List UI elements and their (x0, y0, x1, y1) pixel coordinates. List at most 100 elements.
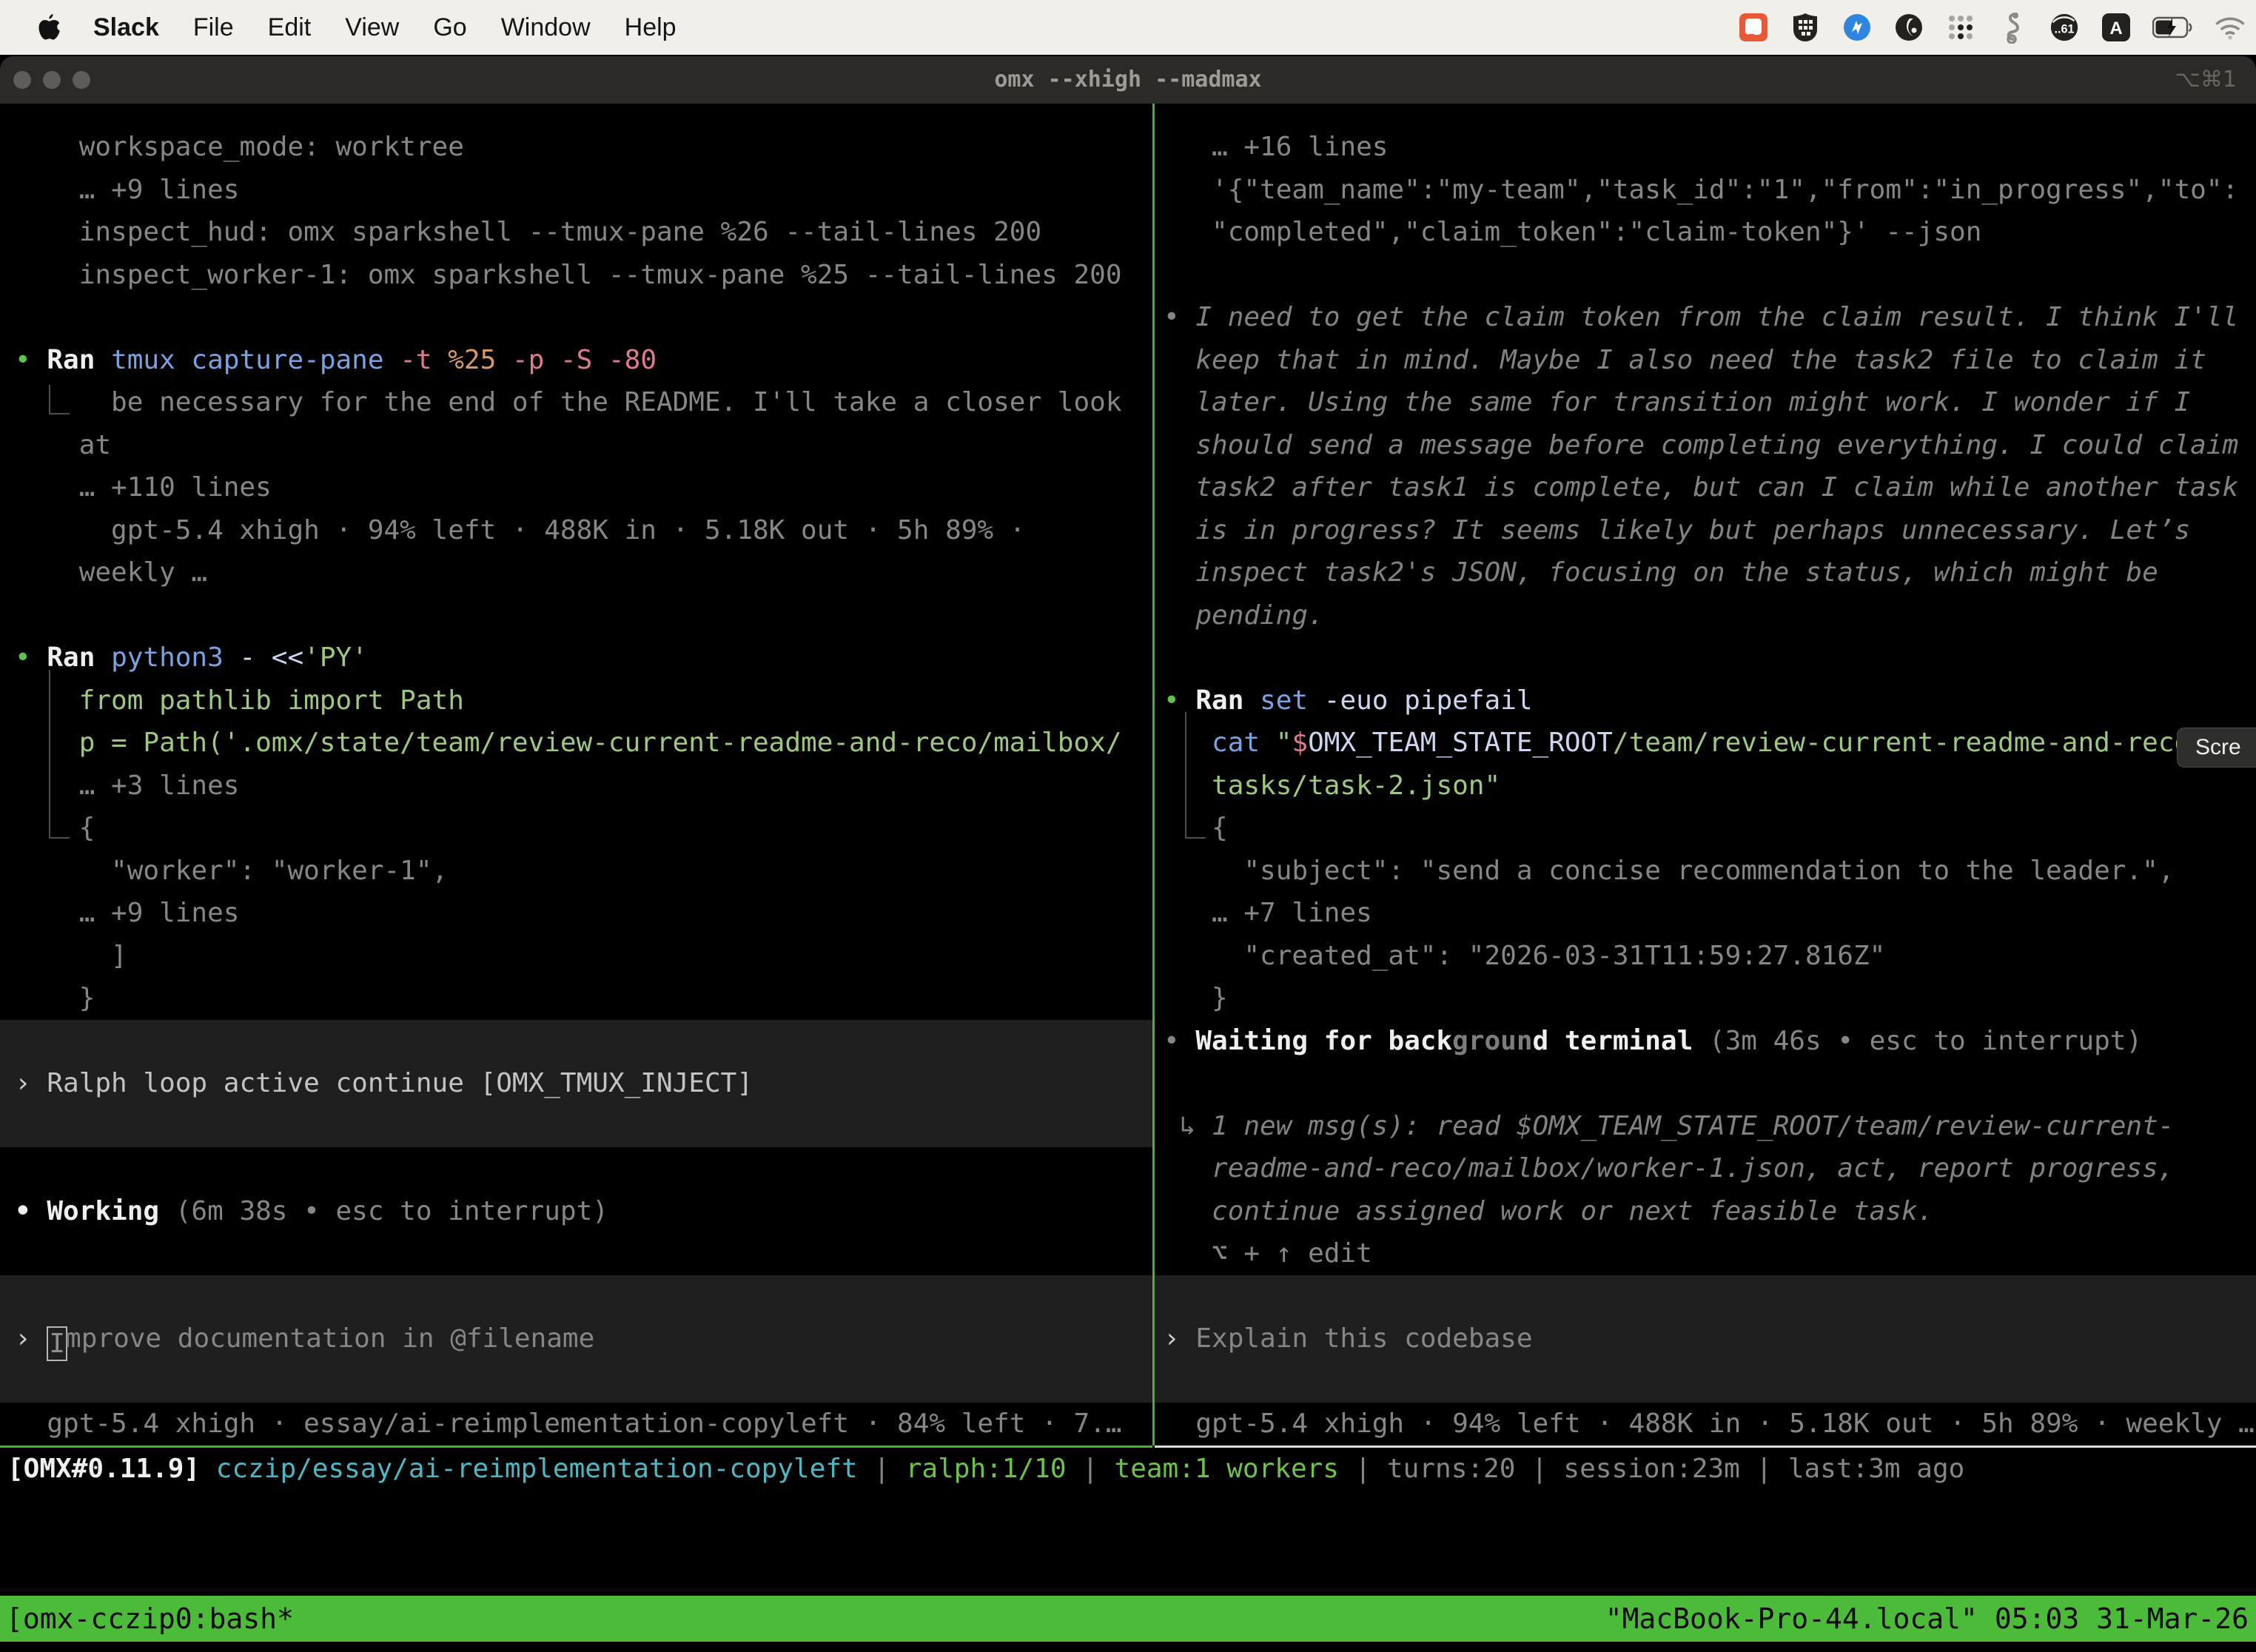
svg-text:..61: ..61 (2054, 23, 2074, 36)
terminal-line: continue assigned work or next feasible … (1155, 1190, 2256, 1233)
terminal-line (0, 594, 1152, 637)
terminal-line: { (0, 807, 1152, 850)
status-icons: ..61 A (1738, 0, 2246, 55)
terminal-line (0, 1360, 1152, 1403)
menu-bar: Slack File Edit View Go Window Help ..61 (0, 0, 2256, 55)
apple-icon[interactable] (37, 13, 62, 42)
pane-divider[interactable] (1152, 104, 1155, 1446)
output-connector (1185, 712, 1206, 839)
output-connector (49, 385, 70, 414)
terminal-line: task2 after task1 is complete, but can I… (1155, 466, 2256, 509)
prompt-input-left[interactable]: › Improve documentation in @filename (0, 1317, 1152, 1360)
window-title: omx --xhigh --madmax (0, 56, 2256, 104)
wifi-icon[interactable] (2215, 12, 2246, 43)
menu-item-go[interactable]: Go (433, 13, 466, 41)
terminal-line (1155, 1360, 2256, 1403)
chat-app-icon[interactable] (1738, 12, 1769, 43)
hook-icon[interactable] (1997, 12, 2028, 43)
terminal-line (0, 296, 1152, 339)
terminal-line: '{"team_name":"my-team","task_id":"1","f… (1155, 169, 2256, 212)
screen-tooltip: Scre (2177, 728, 2256, 768)
terminal-line: gpt-5.4 xhigh · 94% left · 488K in · 5.1… (1155, 1403, 2256, 1446)
terminal-line: from pathlib import Path (0, 679, 1152, 722)
terminal-line: • Waiting for background terminal (3m 46… (1155, 1020, 2256, 1063)
terminal-line: "subject": "send a concise recommendatio… (1155, 850, 2256, 893)
svg-text:A: A (2109, 19, 2122, 38)
terminal-line: } (1155, 977, 2256, 1020)
terminal-line: "completed","claim_token":"claim-token"}… (1155, 211, 2256, 254)
terminal-line: readme-and-reco/mailbox/worker-1.json, a… (1155, 1147, 2256, 1190)
terminal-line: inspect task2's JSON, focusing on the st… (1155, 551, 2256, 594)
window-title-bar: omx --xhigh --madmax ⌥⌘1 (0, 56, 2256, 104)
menu-item-help[interactable]: Help (625, 13, 677, 41)
terminal-line: … +110 lines (0, 466, 1152, 509)
terminal-line: [OMX#0.11.9] cczip/essay/ai-reimplementa… (0, 1448, 2256, 1491)
dots-grid-icon[interactable] (1945, 12, 1976, 43)
terminal-line: be necessary for the end of the README. … (0, 381, 1152, 424)
output-connector (49, 670, 70, 839)
menu-item-edit[interactable]: Edit (268, 13, 312, 41)
terminal-line: later. Using the same for transition mig… (1155, 381, 2256, 424)
terminal-line: … +3 lines (0, 765, 1152, 807)
keyboard-layout-icon[interactable]: A (2101, 12, 2132, 43)
terminal-line: inspect_worker-1: omx sparkshell --tmux-… (0, 254, 1152, 297)
tmux-session-label: [omx-cczip0:bash* (0, 1596, 294, 1642)
omx-hud: [OMX#0.11.9] cczip/essay/ai-reimplementa… (0, 1448, 2256, 1596)
terminal-line (1155, 637, 2256, 679)
terminal-line (0, 1147, 1152, 1190)
menu-item-file[interactable]: File (193, 13, 234, 41)
terminal-line: { (1155, 807, 2256, 850)
terminal-line: gpt-5.4 xhigh · 94% left · 488K in · 5.1… (0, 509, 1152, 552)
terminal-line: … +7 lines (1155, 892, 2256, 935)
terminal-line: • I need to get the claim token from the… (1155, 296, 2256, 339)
screen: Slack File Edit View Go Window Help ..61 (0, 0, 2256, 1652)
grid-shield-icon[interactable] (1790, 12, 1821, 43)
terminal-line (0, 1105, 1152, 1148)
terminal-line (1155, 1062, 2256, 1105)
terminal-line: at (0, 424, 1152, 467)
terminal-pane-left[interactable]: workspace_mode: worktree … +9 lines insp… (0, 104, 1152, 1446)
terminal-line (1155, 254, 2256, 297)
terminal-line: ⌥ + ↑ edit (1155, 1232, 2256, 1275)
terminal-line: • Ran python3 - <<'PY' (0, 637, 1152, 679)
menu-item-slack[interactable]: Slack (93, 13, 159, 41)
terminal-line: ] (0, 935, 1152, 978)
terminal-line: tasks/task-2.json" (1155, 765, 2256, 807)
terminal-line: workspace_mode: worktree (0, 126, 1152, 169)
terminal-line: should send a message before completing … (1155, 424, 2256, 467)
terminal-line: gpt-5.4 xhigh · essay/ai-reimplementatio… (0, 1403, 1152, 1446)
terminal-line: is in progress? It seems likely but perh… (1155, 509, 2256, 552)
terminal-line: pending. (1155, 594, 2256, 637)
terminal-line: … +16 lines (1155, 126, 2256, 169)
terminal-line (0, 1275, 1152, 1318)
terminal-line: • Ran set -euo pipefail (1155, 679, 2256, 722)
prompt-input-right[interactable]: › Explain this codebase (1155, 1317, 2256, 1360)
terminal-line: cat "$OMX_TEAM_STATE_ROOT/team/review-cu… (1155, 722, 2256, 765)
terminal-line (0, 1020, 1152, 1063)
tmux-status-bar: [omx-cczip0:bash* "MacBook-Pro-44.local"… (0, 1596, 2256, 1642)
terminal-pane-right[interactable]: … +16 lines '{"team_name":"my-team","tas… (1155, 104, 2256, 1446)
bolt-circle-icon[interactable] (1842, 12, 1873, 43)
badge-61-icon[interactable]: ..61 (2049, 12, 2080, 43)
battery-icon[interactable] (2152, 12, 2194, 43)
terminal-line: • Ran tmux capture-pane -t %25 -p -S -80 (0, 339, 1152, 382)
terminal-line (1155, 1275, 2256, 1318)
terminal-line: … +9 lines (0, 892, 1152, 935)
terminal-line: "worker": "worker-1", (0, 850, 1152, 893)
terminal-line: inspect_hud: omx sparkshell --tmux-pane … (0, 211, 1152, 254)
ralph-loop-row: › Ralph loop active continue [OMX_TMUX_I… (0, 1062, 1152, 1105)
crescent-circle-icon[interactable] (1893, 12, 1924, 43)
terminal-line: ↳ 1 new msg(s): read $OMX_TEAM_STATE_ROO… (1155, 1105, 2256, 1148)
terminal-line: keep that in mind. Maybe I also need the… (1155, 339, 2256, 382)
terminal-line: weekly … (0, 551, 1152, 594)
menu-items: Slack File Edit View Go Window Help (62, 13, 677, 42)
window-shortcut-hint: ⌥⌘1 (2175, 56, 2237, 104)
tmux-host-clock: "MacBook-Pro-44.local" 05:03 31-Mar-26 (1605, 1596, 2256, 1642)
terminal-line: } (0, 977, 1152, 1020)
terminal-line: … +9 lines (0, 169, 1152, 212)
menu-item-window[interactable]: Window (501, 13, 591, 41)
menu-item-view[interactable]: View (345, 13, 399, 41)
terminal-line: • Working (6m 38s • esc to interrupt) (0, 1190, 1152, 1233)
terminal-line: "created_at": "2026-03-31T11:59:27.816Z" (1155, 935, 2256, 978)
terminal-line: p = Path('.omx/state/team/review-current… (0, 722, 1152, 765)
